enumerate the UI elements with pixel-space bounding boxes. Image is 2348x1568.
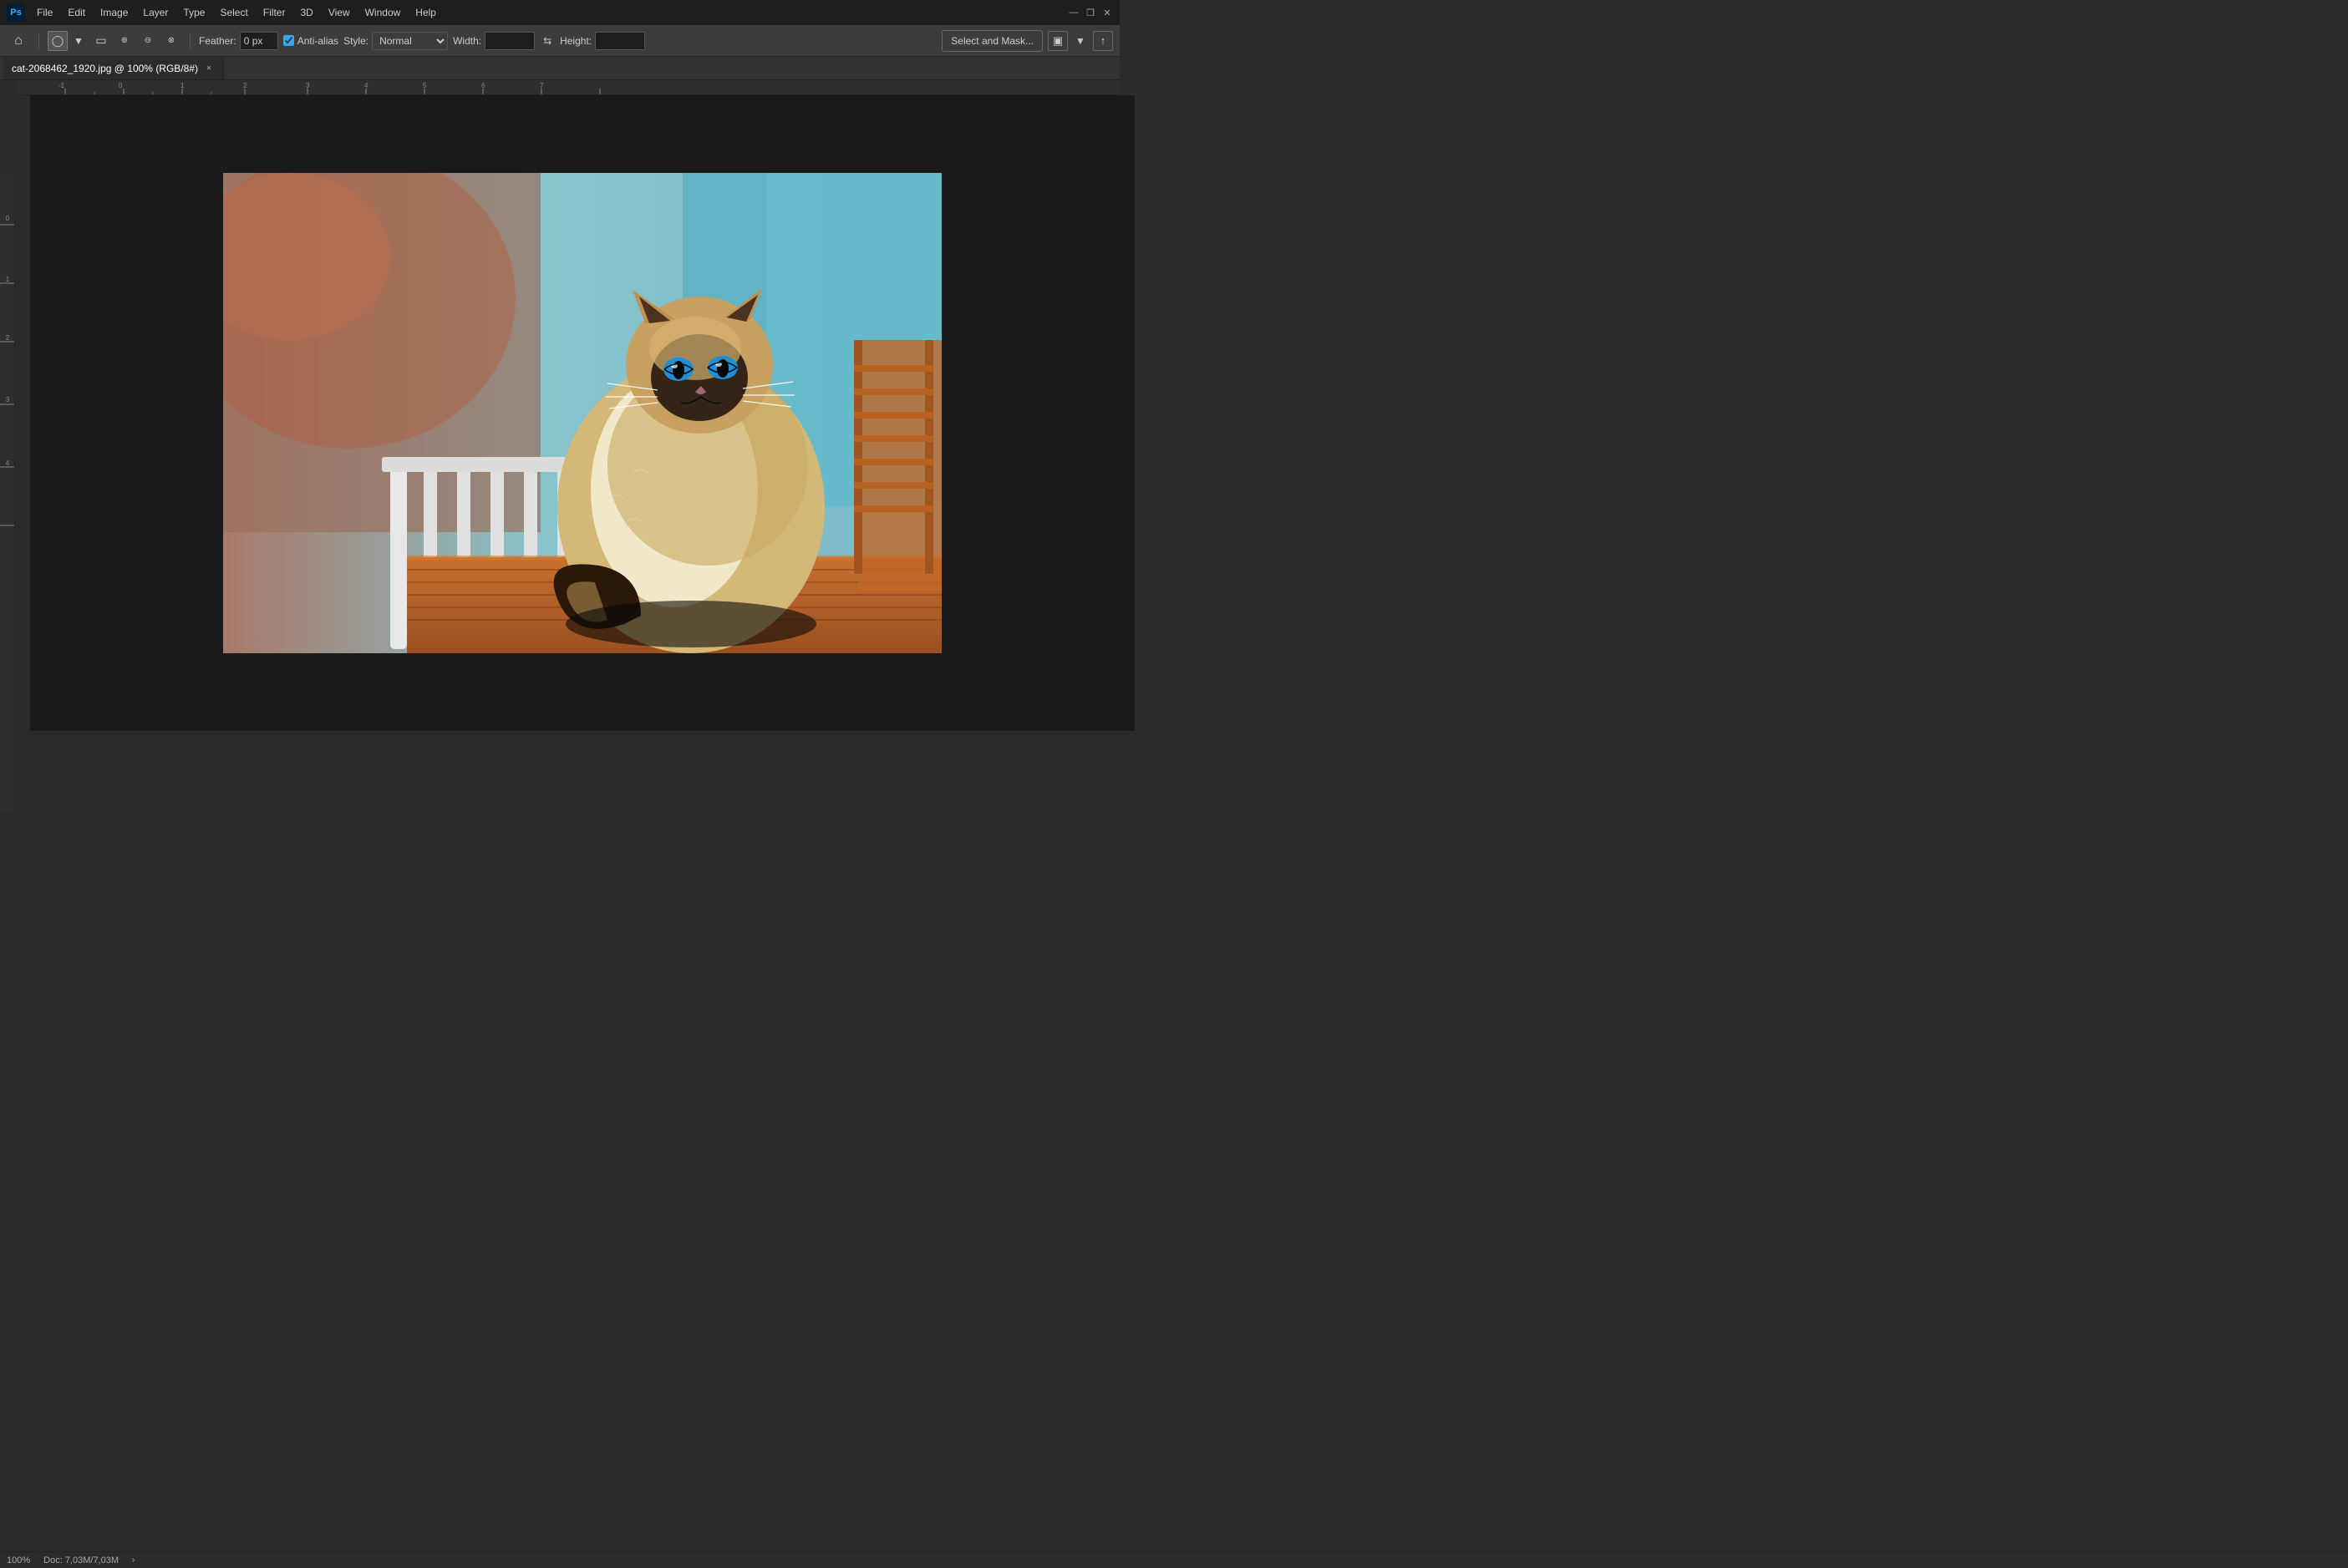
anti-alias-label: Anti-alias <box>297 35 338 47</box>
divider-2 <box>190 33 191 49</box>
feather-group: Feather: <box>199 32 278 50</box>
svg-text:2: 2 <box>6 334 10 342</box>
width-label: Width: <box>453 35 481 47</box>
status-bar: 100% Doc: 7,03M/7,03M › <box>0 1551 2348 1568</box>
document-tab[interactable]: cat-2068462_1920.jpg @ 100% (RGB/8#) × <box>3 57 224 79</box>
close-button[interactable]: ✕ <box>1101 7 1113 18</box>
title-bar: Ps File Edit Image Layer Type Select Fil… <box>0 0 1120 25</box>
panel-toggle-button[interactable]: ▣ <box>1048 31 1068 51</box>
marquee-dropdown-arrow[interactable]: ▼ <box>71 33 86 48</box>
style-label: Style: <box>343 35 368 47</box>
svg-text:0: 0 <box>6 215 10 222</box>
marquee-tool-group: ◯ ▼ <box>48 31 86 51</box>
minimize-button[interactable]: — <box>1068 7 1080 18</box>
zoom-level: 100% <box>7 1555 30 1565</box>
width-group: Width: <box>453 32 535 50</box>
subtract-selection-icon: ⊖ <box>145 36 151 45</box>
menu-filter[interactable]: Filter <box>257 4 292 21</box>
menu-layer[interactable]: Layer <box>136 4 175 21</box>
add-selection-icon: ⊕ <box>121 36 128 45</box>
image-canvas[interactable] <box>223 173 942 653</box>
height-label: Height: <box>560 35 592 47</box>
selection-mode-group: ▭ ⊕ ⊖ ⊗ <box>91 31 181 51</box>
tab-close-button[interactable]: × <box>203 63 215 74</box>
options-bar: ⌂ ◯ ▼ ▭ ⊕ ⊖ ⊗ Feather: Anti-alias St <box>0 25 1120 57</box>
swap-dimensions-icon[interactable]: ⇆ <box>540 33 555 48</box>
menu-image[interactable]: Image <box>94 4 135 21</box>
anti-alias-checkbox[interactable] <box>283 35 294 46</box>
add-selection-button[interactable]: ⊕ <box>114 31 135 51</box>
menu-bar: File Edit Image Layer Type Select Filter… <box>30 4 443 21</box>
svg-text:-1: -1 <box>58 82 65 89</box>
svg-text:0: 0 <box>119 82 123 89</box>
menu-file[interactable]: File <box>30 4 59 21</box>
svg-text:3: 3 <box>306 82 310 89</box>
width-input[interactable] <box>485 32 535 50</box>
home-icon: ⌂ <box>14 33 23 48</box>
subtract-selection-button[interactable]: ⊖ <box>138 31 158 51</box>
feather-label: Feather: <box>199 35 236 47</box>
menu-select[interactable]: Select <box>213 4 254 21</box>
svg-text:2: 2 <box>243 82 247 89</box>
svg-text:5: 5 <box>423 82 427 89</box>
elliptical-marquee-button[interactable]: ◯ <box>48 31 68 51</box>
menu-view[interactable]: View <box>322 4 357 21</box>
intersect-selection-button[interactable]: ⊗ <box>161 31 181 51</box>
svg-text:4: 4 <box>364 82 368 89</box>
tab-bar: cat-2068462_1920.jpg @ 100% (RGB/8#) × <box>0 57 1120 80</box>
panel-dropdown-arrow[interactable]: ▼ <box>1073 33 1088 48</box>
menu-help[interactable]: Help <box>409 4 443 21</box>
feather-input[interactable] <box>240 32 278 50</box>
anti-alias-group: Anti-alias <box>283 35 338 47</box>
horizontal-ruler: -1 0 1 2 3 4 5 6 7 <box>15 80 1120 95</box>
svg-text:1: 1 <box>6 276 10 283</box>
style-group: Style: Normal Fixed Ratio Fixed Size <box>343 32 448 50</box>
export-icon: ↑ <box>1100 34 1106 47</box>
doc-size: Doc: 7,03M/7,03M <box>43 1555 119 1565</box>
title-bar-right: — ❐ ✕ <box>1068 7 1113 18</box>
svg-text:1: 1 <box>180 82 185 89</box>
tab-filename: cat-2068462_1920.jpg @ 100% (RGB/8#) <box>12 63 198 74</box>
home-button[interactable]: ⌂ <box>7 29 30 53</box>
new-selection-button[interactable]: ▭ <box>91 31 111 51</box>
svg-text:3: 3 <box>6 396 10 403</box>
panel-icon: ▣ <box>1053 34 1063 48</box>
maximize-button[interactable]: ❐ <box>1085 7 1096 18</box>
height-input[interactable] <box>595 32 645 50</box>
intersect-selection-icon: ⊗ <box>168 36 175 45</box>
export-button[interactable]: ↑ <box>1093 31 1113 51</box>
divider-1 <box>38 33 39 49</box>
ellipse-icon: ◯ <box>52 34 64 48</box>
select-mask-button[interactable]: Select and Mask... <box>942 30 1043 52</box>
height-group: Height: <box>560 32 645 50</box>
style-select[interactable]: Normal Fixed Ratio Fixed Size <box>372 32 448 50</box>
new-selection-icon: ▭ <box>95 33 106 48</box>
vertical-ruler: 0 1 2 3 4 <box>0 175 15 810</box>
menu-window[interactable]: Window <box>358 4 408 21</box>
svg-text:7: 7 <box>540 82 544 89</box>
title-bar-left: Ps File Edit Image Layer Type Select Fil… <box>7 3 443 22</box>
ps-logo: Ps <box>7 3 25 22</box>
image-svg <box>223 173 942 653</box>
menu-type[interactable]: Type <box>176 4 211 21</box>
status-expand-arrow[interactable]: › <box>132 1555 135 1565</box>
svg-text:4: 4 <box>6 459 10 467</box>
canvas-area <box>30 95 1135 731</box>
menu-edit[interactable]: Edit <box>61 4 92 21</box>
menu-3d[interactable]: 3D <box>293 4 319 21</box>
svg-text:6: 6 <box>481 82 485 89</box>
